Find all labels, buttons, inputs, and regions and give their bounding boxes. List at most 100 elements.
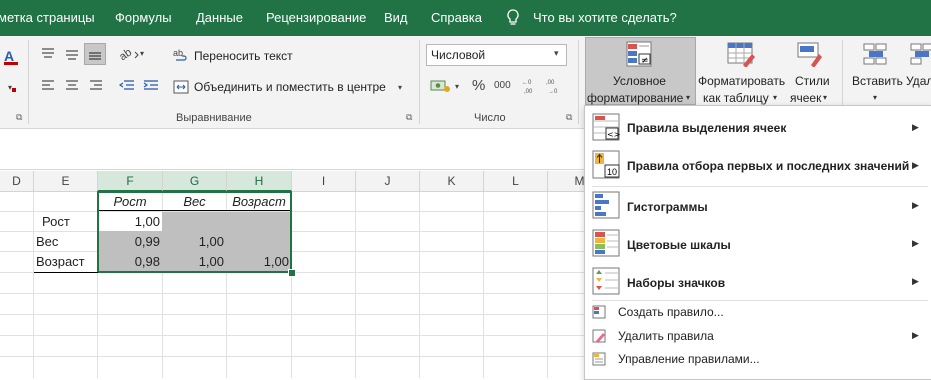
menu-item-label: Гистограммы — [627, 200, 708, 214]
increase-indent-icon[interactable] — [142, 78, 160, 97]
ribbon-separator — [419, 40, 420, 124]
orientation-dropdown-icon[interactable]: ▾ — [140, 49, 144, 58]
align-center-icon[interactable] — [64, 78, 80, 97]
clear-rules-icon — [592, 329, 606, 346]
menu-item-label: Наборы значков — [627, 276, 726, 290]
chevron-down-icon: ▾ — [823, 93, 828, 102]
tell-me-search[interactable]: Что вы хотите сделать? — [533, 0, 677, 36]
submenu-arrow-icon: ▶ — [912, 330, 919, 340]
menu-item-label: Создать правило... — [618, 305, 724, 319]
value-cell[interactable]: 0,99 — [98, 232, 160, 252]
number-format-select[interactable]: Числовой ▾ — [426, 44, 567, 66]
tab-data[interactable]: Данные — [196, 0, 243, 36]
align-bottom-icon[interactable] — [84, 43, 106, 65]
svg-text:←0: ←0 — [522, 80, 532, 86]
top-bottom-icon-number: 10 — [607, 167, 618, 177]
alignment-group-label: Выравнивание — [176, 112, 252, 124]
tab-formulas[interactable]: Формулы — [115, 0, 172, 36]
merge-dropdown-icon[interactable]: ▾ — [398, 83, 402, 92]
cell-styles-icon[interactable] — [797, 41, 823, 70]
menu-item-label: Удалить правила — [618, 329, 714, 343]
menu-item-label: Цветовые шкалы — [627, 238, 731, 252]
tab-help[interactable]: Справка — [431, 0, 482, 36]
menu-separator — [592, 300, 928, 301]
align-middle-icon[interactable] — [64, 46, 80, 65]
column-header-g[interactable]: G — [163, 171, 227, 192]
number-group-label: Число — [474, 112, 506, 124]
insert-button[interactable]: Вставить — [852, 74, 903, 88]
column-header-f[interactable]: F — [98, 171, 163, 192]
chevron-down-icon: ▾ — [686, 93, 691, 102]
row-label-cell[interactable]: Рост — [42, 212, 96, 232]
submenu-arrow-icon: ▶ — [912, 238, 919, 248]
submenu-arrow-icon: ▶ — [912, 160, 919, 170]
conditional-formatting-label2: форматирование — [587, 91, 684, 105]
table-bottom-border — [34, 272, 98, 273]
comma-style-button[interactable]: 000 — [494, 80, 511, 91]
svg-text:<>: <> — [607, 130, 620, 139]
wrap-text-button[interactable]: Переносить текст — [194, 49, 293, 63]
tab-view[interactable]: Вид — [384, 0, 408, 36]
column-header-e[interactable]: E — [34, 171, 98, 192]
value-cell[interactable]: 1,00 — [227, 252, 289, 272]
conditional-formatting-icon: ≠ — [626, 41, 652, 70]
value-cell[interactable]: 0,98 — [98, 252, 160, 272]
format-as-table-icon[interactable] — [727, 41, 755, 70]
merge-center-icon[interactable] — [173, 79, 189, 98]
value-cell[interactable]: 1,00 — [98, 212, 160, 232]
format-as-table-label1[interactable]: Форматировать — [698, 74, 785, 88]
menu-separator — [592, 186, 928, 187]
accounting-dropdown-icon[interactable]: ▾ — [455, 82, 459, 91]
percent-style-button[interactable]: % — [472, 77, 485, 94]
wrap-text-icon[interactable]: ab — [173, 47, 189, 66]
row-label-cell[interactable]: Возраст — [36, 252, 96, 272]
tab-page-layout[interactable]: метка страницы — [0, 0, 95, 36]
decrease-indent-icon[interactable] — [118, 78, 136, 97]
number-dialog-launcher-icon[interactable]: ⧉ — [566, 112, 572, 123]
grid-line — [33, 192, 34, 378]
delete-button[interactable]: Удал — [906, 74, 931, 88]
align-left-icon[interactable] — [40, 78, 56, 97]
column-header-i[interactable]: I — [292, 171, 356, 192]
delete-cells-icon[interactable] — [910, 42, 931, 69]
grid-line — [419, 192, 420, 378]
font-color-bar — [4, 62, 18, 65]
font-color-swatch — [12, 88, 16, 92]
chevron-down-icon: ▾ — [873, 93, 878, 102]
accounting-format-icon[interactable] — [430, 77, 452, 96]
column-header-d[interactable]: D — [0, 171, 34, 192]
chevron-down-icon: ▾ — [554, 48, 559, 58]
insert-cells-icon[interactable] — [863, 42, 889, 69]
column-header-l[interactable]: L — [484, 171, 548, 192]
value-cell[interactable]: 1,00 — [163, 252, 224, 272]
increase-decimal-icon[interactable]: ←0 ,00 — [522, 77, 542, 98]
data-bars-icon — [592, 191, 622, 222]
number-format-value: Числовой — [431, 48, 486, 62]
lightbulb-icon — [506, 9, 520, 27]
conditional-formatting-label1: Условное — [613, 74, 666, 88]
svg-text:ab: ab — [173, 48, 183, 58]
text-orientation-icon[interactable]: ab — [117, 45, 140, 64]
column-header-j[interactable]: J — [356, 171, 420, 192]
value-cell[interactable]: 1,00 — [163, 232, 224, 252]
tab-review[interactable]: Рецензирование — [266, 0, 366, 36]
chevron-down-icon: ▾ — [773, 93, 778, 102]
color-scales-icon — [592, 229, 622, 260]
merge-center-button[interactable]: Объединить и поместить в центре — [194, 80, 386, 94]
svg-text:ab: ab — [118, 46, 134, 61]
align-top-icon[interactable] — [40, 46, 56, 65]
decrease-decimal-icon[interactable]: ,00 →0 — [546, 77, 566, 98]
align-right-icon[interactable] — [88, 78, 104, 97]
format-as-table-label2[interactable]: как таблицу — [703, 91, 769, 105]
submenu-arrow-icon: ▶ — [912, 200, 919, 210]
menu-item-label: Правила выделения ячеек — [627, 121, 787, 135]
cell-styles-label1[interactable]: Стили — [795, 74, 830, 88]
column-header-h[interactable]: H — [227, 171, 292, 192]
cell-styles-label2[interactable]: ячеек — [790, 91, 821, 105]
column-header-k[interactable]: K — [420, 171, 484, 192]
row-label-cell[interactable]: Вес — [36, 232, 96, 252]
alignment-dialog-launcher-icon[interactable]: ⧉ — [406, 112, 412, 123]
font-dialog-launcher-icon[interactable]: ⧉ — [16, 112, 22, 123]
new-rule-icon — [592, 305, 606, 322]
fill-handle[interactable] — [288, 269, 296, 277]
